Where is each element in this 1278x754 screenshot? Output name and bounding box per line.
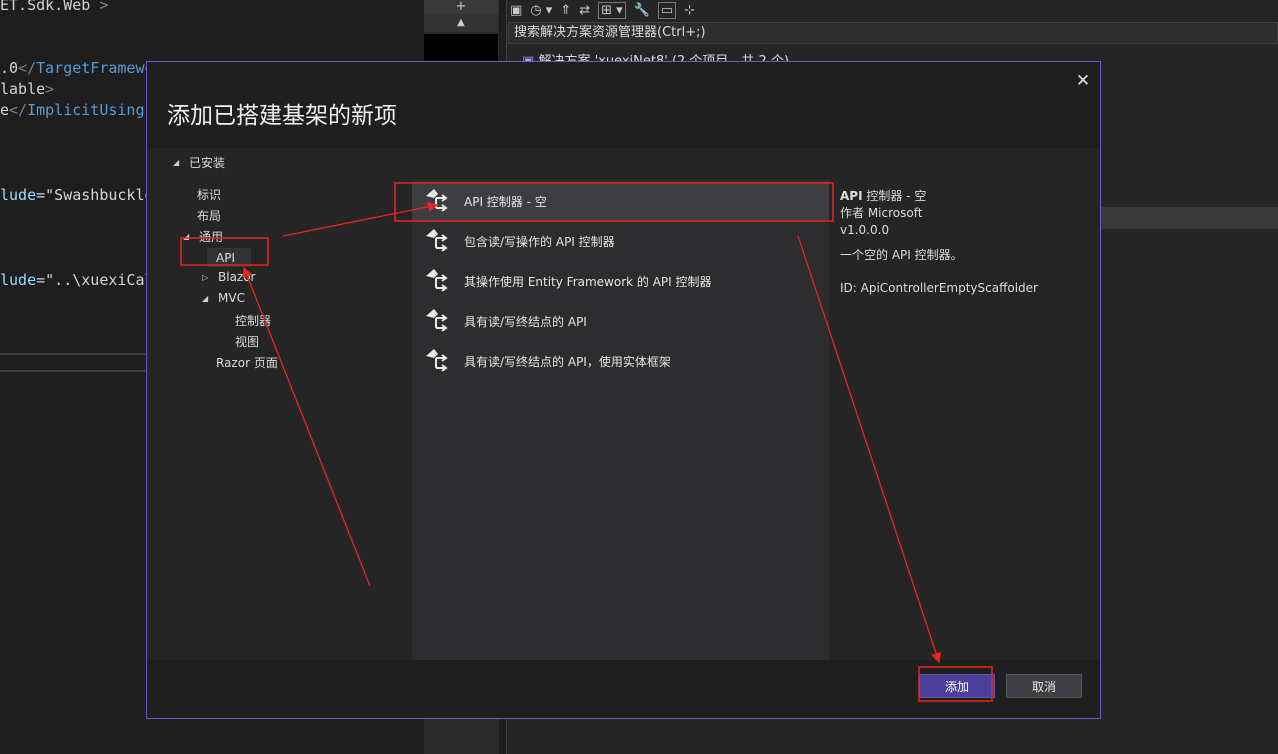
tree-item-view[interactable]: 视图 (235, 333, 259, 350)
cancel-button[interactable]: 取消 (1006, 674, 1082, 698)
details-version: v1.0.0.0 (840, 223, 890, 237)
add-button[interactable]: 添加 (919, 674, 995, 698)
tree-item-api[interactable]: API (207, 248, 251, 267)
tree-item-label: 通用 (199, 230, 224, 244)
show-all-files-icon[interactable]: ⊞ ▾ (598, 1, 626, 19)
expand-arrow-icon: ◢ (202, 293, 209, 303)
minimap-split-button[interactable]: + (424, 0, 498, 14)
tree-item-label: Razor 页面 (216, 356, 278, 370)
details-id: ID: ApiControllerEmptyScaffolder (840, 281, 1038, 295)
scaffold-list: API 控制器 - 空 包含读/写操作的 API 控制器 其操作使用 Entit… (412, 180, 829, 660)
list-item-api-endpoints-ef[interactable]: 具有读/写终结点的 API，使用实体框架 (412, 342, 829, 380)
code-line-6: lude="..\xuexiCal (0, 271, 154, 289)
tree-installed-header[interactable]: ◢ 已安装 (173, 154, 225, 171)
list-item-label: 具有读/写终结点的 API，使用实体框架 (464, 354, 671, 369)
details-author: 作者 Microsoft (840, 206, 923, 220)
close-button[interactable]: ✕ (1072, 70, 1094, 92)
scaffold-icon (426, 349, 448, 372)
diagram-icon[interactable]: ⊹ (684, 3, 695, 18)
tree-item-layout[interactable]: 布局 (197, 207, 221, 224)
tree-item-label: Blazor (218, 270, 256, 284)
tree-installed-label: 已安装 (189, 156, 226, 170)
scaffold-icon (426, 229, 448, 252)
switch-views-icon[interactable]: ▣ (510, 3, 522, 18)
list-item-label: 其操作使用 Entity Framework 的 API 控制器 (464, 274, 712, 289)
add-scaffold-dialog: ✕ 添加已搭建基架的新项 ◢ 已安装 标识 布局 ◢ 通用 API ▷ Blaz… (146, 61, 1101, 719)
tree-item-mvc[interactable]: ◢ MVC (202, 291, 245, 305)
scaffold-icon (426, 189, 448, 212)
code-line-3: lable> (0, 80, 55, 98)
code-line-5: lude="Swashbuckle (0, 186, 154, 204)
dialog-body: ◢ 已安装 标识 布局 ◢ 通用 API ▷ Blazor ◢ MVC 控制器 … (147, 148, 1100, 660)
list-item-api-readwrite[interactable]: 包含读/写操作的 API 控制器 (412, 222, 829, 260)
code-line-1: ET.Sdk.Web > (0, 0, 109, 14)
tree-item-label: 标识 (197, 188, 222, 202)
dialog-title: 添加已搭建基架的新项 (167, 103, 397, 129)
expand-arrow-icon: ◢ (183, 232, 190, 241)
list-item-api-empty[interactable]: API 控制器 - 空 (412, 182, 829, 220)
list-item-label: API 控制器 - 空 (464, 194, 547, 209)
tree-item-label: MVC (218, 291, 245, 305)
scaffold-icon (426, 309, 448, 332)
tree-item-razor-pages[interactable]: Razor 页面 (216, 354, 278, 371)
collapsed-arrow-icon: ▷ (202, 272, 209, 282)
collapse-all-icon[interactable]: ⇑ (560, 3, 571, 18)
details-name-bold: API (840, 189, 863, 203)
code-line-2: .0</TargetFramewo (0, 59, 154, 77)
expand-arrow-icon: ◢ (173, 158, 180, 167)
tree-item-label: 布局 (197, 209, 222, 223)
tree-item-common[interactable]: ◢ 通用 (183, 228, 223, 245)
preview-icon[interactable]: ▭ (657, 1, 677, 19)
tree-item-label: API (216, 250, 235, 265)
list-item-label: 具有读/写终结点的 API (464, 314, 587, 329)
sync-icon[interactable]: ⇄ (579, 3, 590, 18)
solution-explorer-toolbar: ▣ ◷ ▾ ⇑ ⇄ ⊞ ▾ 🔧 ▭ ⊹ (510, 0, 695, 20)
dialog-footer: 添加 取消 (147, 660, 1100, 718)
details-name-rest: 控制器 - 空 (862, 189, 927, 203)
tree-item-controller[interactable]: 控制器 (235, 312, 271, 329)
properties-icon[interactable]: 🔧 (634, 3, 650, 18)
details-description: 一个空的 API 控制器。 (840, 248, 963, 262)
solution-search-input[interactable]: 搜索解决方案资源管理器(Ctrl+;) (508, 22, 1278, 44)
scaffold-icon (426, 269, 448, 292)
tree-item-label: 视图 (235, 335, 260, 349)
details-name: API 控制器 - 空 (840, 188, 1080, 205)
list-item-api-endpoints[interactable]: 具有读/写终结点的 API (412, 302, 829, 340)
history-icon[interactable]: ◷ ▾ (530, 3, 552, 18)
code-line-4: e</ImplicitUsings (0, 101, 154, 119)
list-item-api-ef[interactable]: 其操作使用 Entity Framework 的 API 控制器 (412, 262, 829, 300)
list-item-label: 包含读/写操作的 API 控制器 (464, 234, 615, 249)
minimap-up-button[interactable]: ▲ (424, 14, 498, 32)
details-pane: API 控制器 - 空 作者 Microsoft v1.0.0.0 一个空的 A… (840, 188, 1080, 297)
solution-selected-row[interactable] (1100, 207, 1278, 229)
tree-item-identity[interactable]: 标识 (197, 186, 221, 203)
tree-item-label: 控制器 (235, 314, 272, 328)
tree-item-blazor[interactable]: ▷ Blazor (202, 270, 256, 284)
